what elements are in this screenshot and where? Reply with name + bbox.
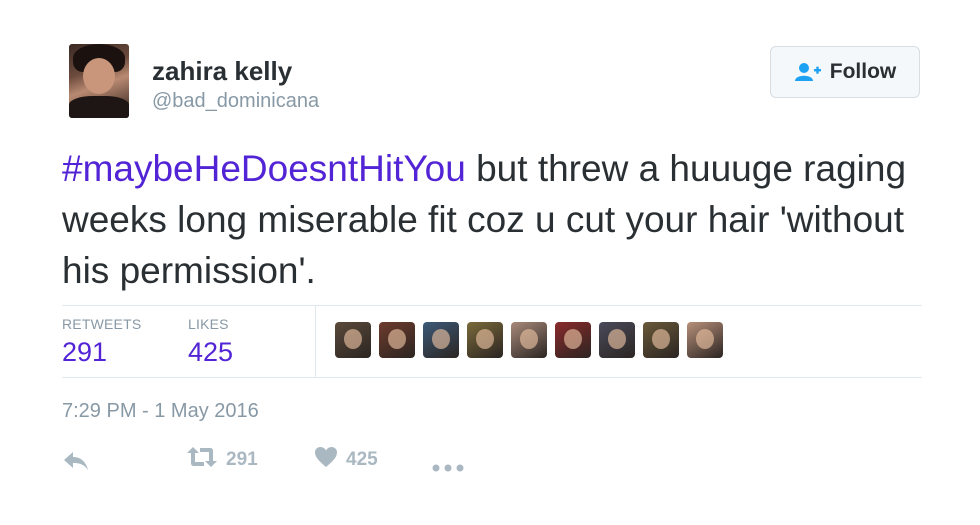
liker-avatar[interactable] (511, 322, 547, 358)
heart-icon (314, 446, 338, 474)
liker-avatar[interactable] (643, 322, 679, 358)
liker-avatar[interactable] (687, 322, 723, 358)
hashtag-link[interactable]: #maybeHeDoesntHitYou (62, 148, 466, 189)
likes-label: LIKES (188, 316, 229, 332)
reply-button[interactable] (62, 450, 90, 478)
likes-count[interactable]: 425 (188, 337, 233, 368)
follow-button[interactable]: Follow (770, 46, 920, 98)
divider-bottom (62, 377, 922, 378)
user-handle[interactable]: @bad_dominicana (152, 90, 319, 113)
more-dots-icon (432, 456, 464, 478)
retweet-action-count: 291 (226, 449, 258, 470)
liker-avatar[interactable] (599, 322, 635, 358)
like-action-count: 425 (346, 449, 378, 470)
follow-label: Follow (829, 60, 897, 83)
timestamp[interactable]: 7:29 PM - 1 May 2016 (62, 400, 259, 423)
likers-avatars (335, 322, 723, 358)
liker-avatar[interactable] (379, 322, 415, 358)
liker-avatar[interactable] (335, 322, 371, 358)
retweets-label: RETWEETS (62, 316, 142, 332)
reply-icon (62, 450, 90, 478)
tweet-text: #maybeHeDoesntHitYou but threw a huuuge … (62, 143, 922, 296)
retweet-button[interactable]: 291 (186, 446, 258, 474)
display-name[interactable]: zahira kelly (152, 56, 292, 87)
avatar[interactable] (69, 44, 129, 118)
retweets-count[interactable]: 291 (62, 337, 107, 368)
liker-avatar[interactable] (423, 322, 459, 358)
add-user-icon (794, 62, 822, 82)
like-button[interactable]: 425 (314, 446, 378, 474)
retweet-icon (186, 446, 218, 474)
liker-avatar[interactable] (467, 322, 503, 358)
more-button[interactable] (432, 456, 464, 478)
liker-avatar[interactable] (555, 322, 591, 358)
divider-top (62, 305, 922, 306)
stats-separator (315, 306, 316, 377)
